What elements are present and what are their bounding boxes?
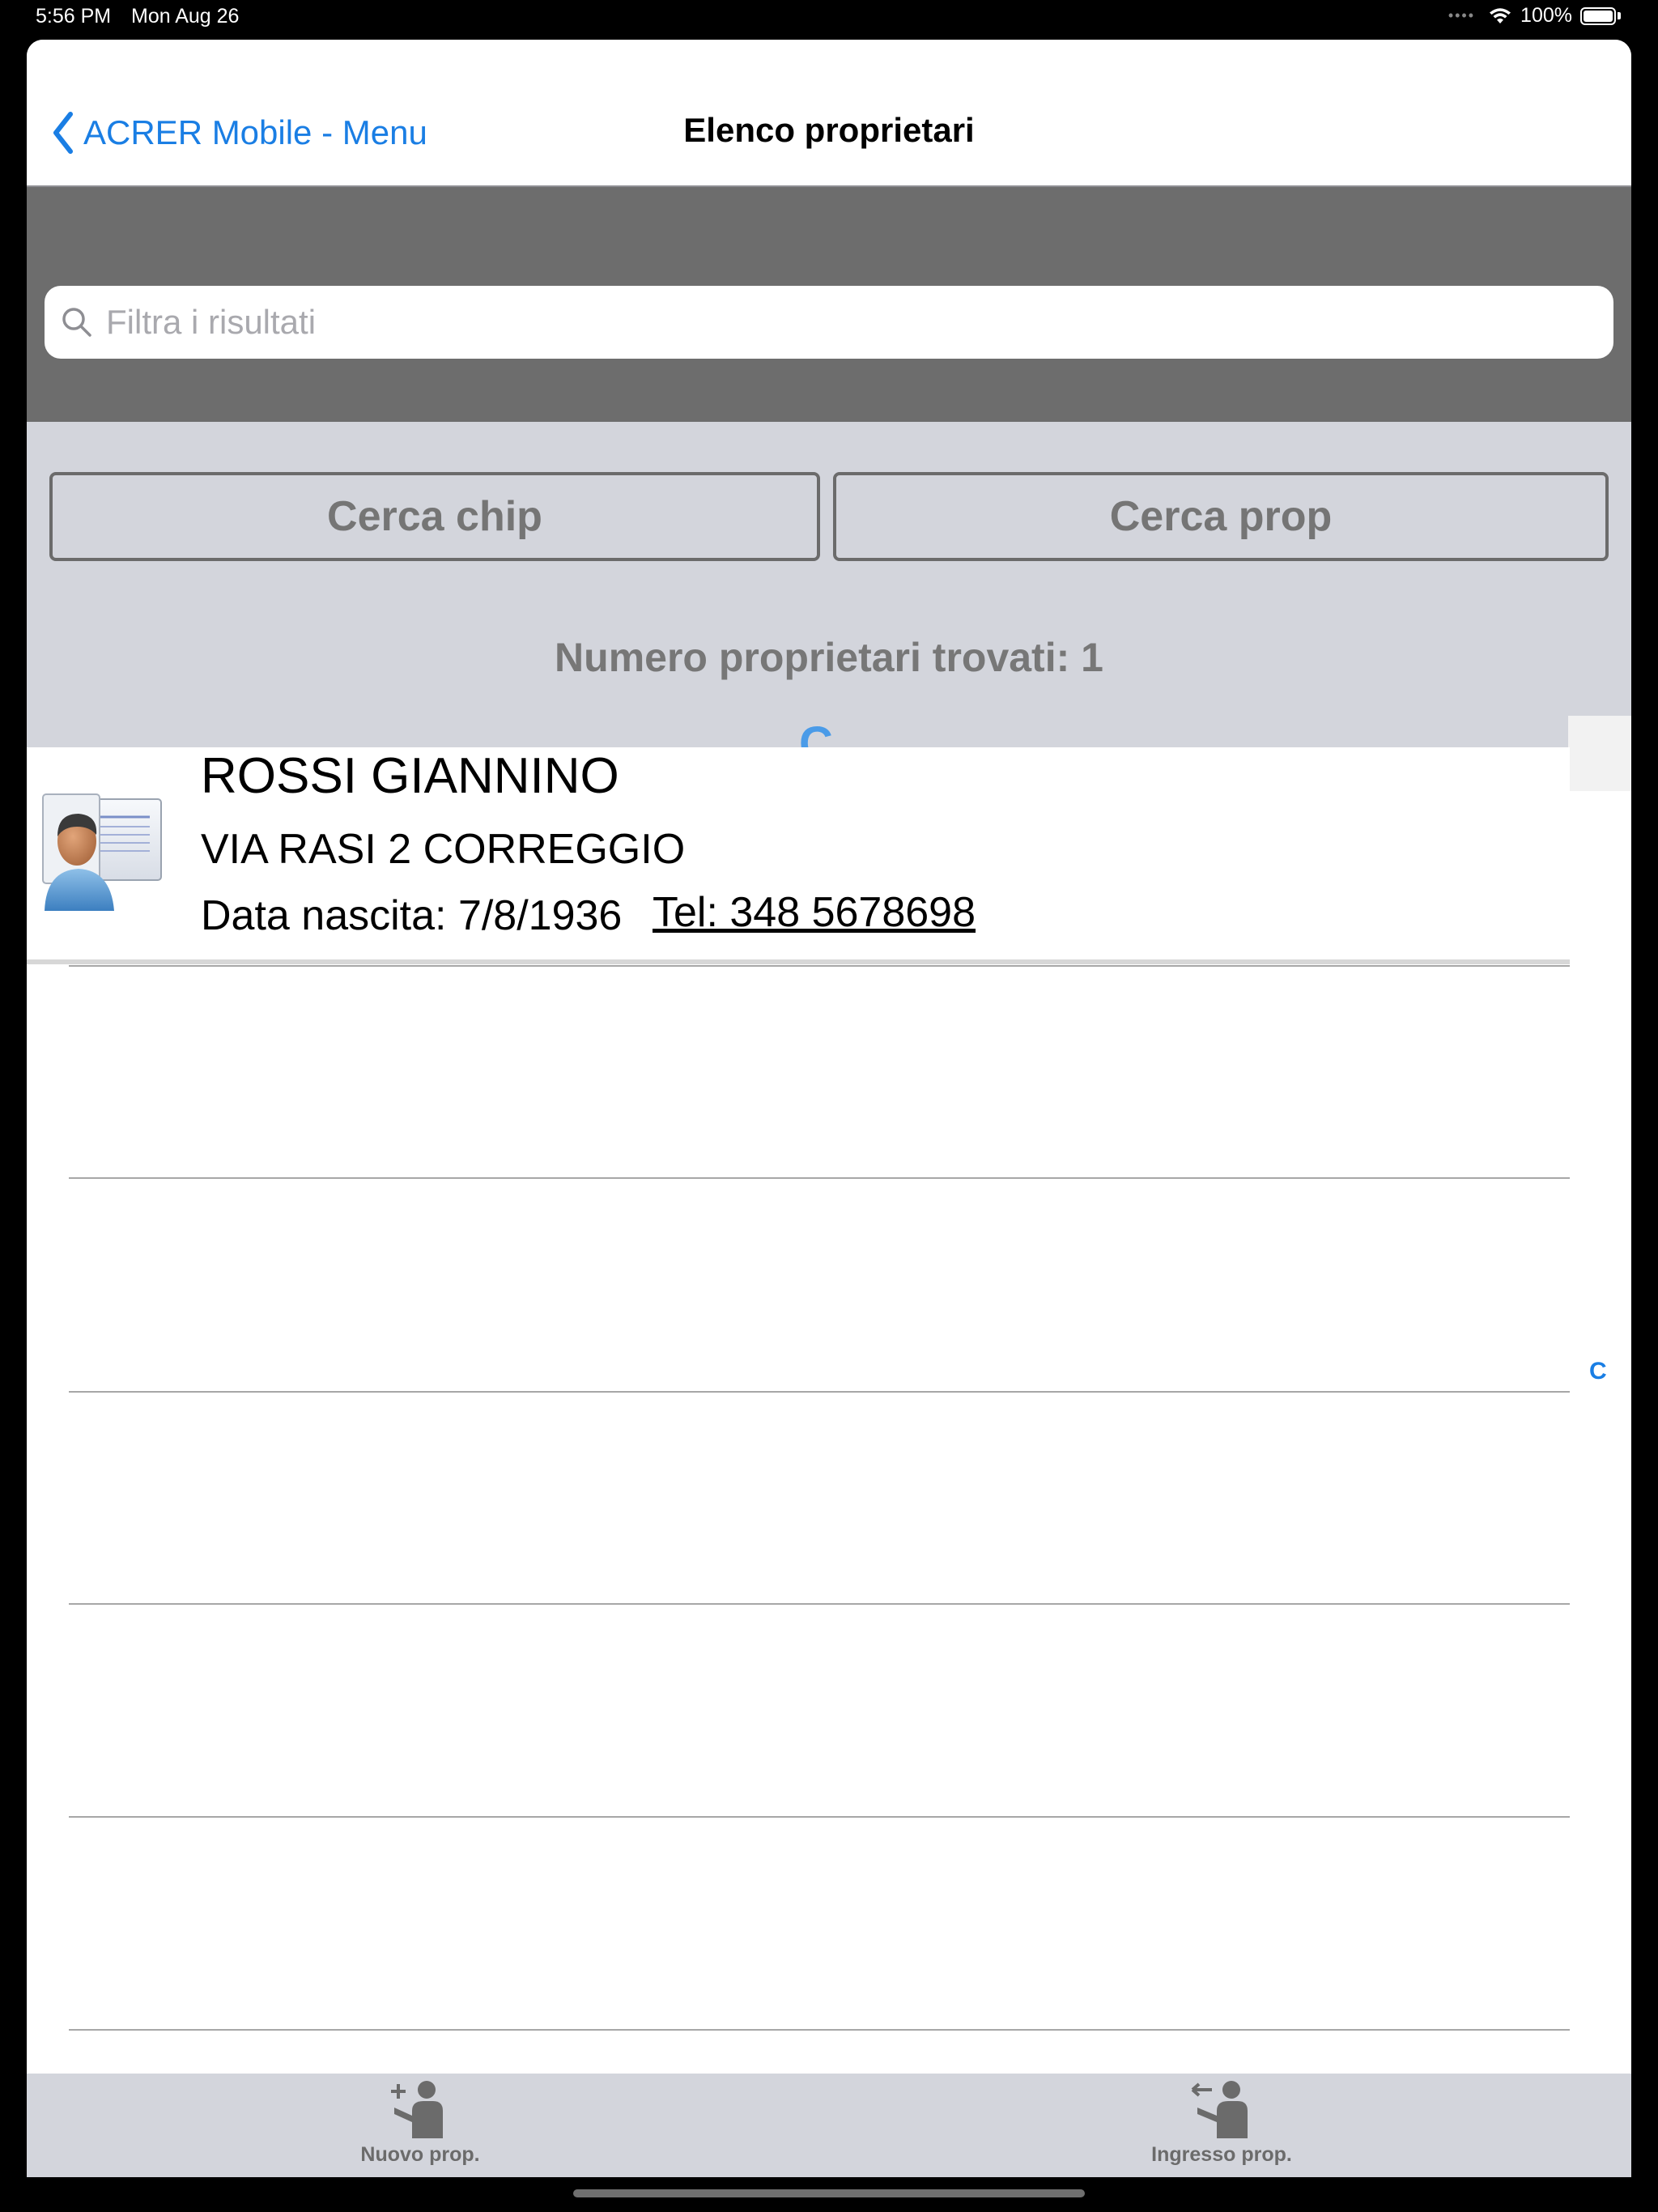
tab-new-owner-label: Nuovo prop. (360, 2143, 480, 2166)
add-person-icon (391, 2081, 443, 2138)
search-area (27, 187, 1631, 422)
section-index-letter[interactable]: C (1589, 1358, 1607, 1385)
owner-name: ROSSI GIANNINO (201, 748, 619, 804)
status-indicators: •••• 100% (1448, 4, 1621, 28)
status-date: Mon Aug 26 (131, 5, 240, 28)
index-strip-top (1568, 716, 1631, 791)
app-sheet: ACRER Mobile - Menu Elenco proprietari C… (27, 40, 1631, 2177)
owner-card-icon (42, 793, 162, 911)
list-separator (69, 965, 1570, 967)
filter-panel: Cerca chip Cerca prop Numero proprietari… (27, 422, 1631, 770)
list-separator (69, 1816, 1570, 1818)
tab-bar: Nuovo prop. Ingresso prop. (27, 2074, 1631, 2177)
status-bar: 5:56 PM Mon Aug 26 •••• 100% (0, 0, 1658, 36)
navigation-bar: ACRER Mobile - Menu Elenco proprietari (27, 40, 1631, 187)
list-separator (69, 1391, 1570, 1393)
search-icon (62, 308, 91, 337)
owner-address: VIA RASI 2 CORREGGIO (201, 826, 686, 873)
search-field[interactable] (45, 286, 1613, 359)
owner-count-label: Numero proprietari trovati: 1 (555, 635, 1103, 680)
page-title: Elenco proprietari (683, 111, 975, 149)
battery-tip (1618, 12, 1621, 19)
home-indicator[interactable] (573, 2189, 1085, 2197)
list-separator (69, 2029, 1570, 2031)
search-chip-button[interactable]: Cerca chip (49, 472, 820, 561)
search-owner-button[interactable]: Cerca prop (833, 472, 1609, 561)
battery-icon (1580, 6, 1616, 25)
owner-birth-date: Data nascita: 7/8/1936 (201, 892, 623, 939)
wifi-icon (1490, 7, 1511, 23)
multitask-dots-icon: •••• (1448, 7, 1476, 23)
person-entry-icon (1191, 2081, 1248, 2138)
status-time: 5:56 PM (36, 5, 112, 28)
tab-new-owner[interactable]: Nuovo prop. (299, 2078, 542, 2167)
owner-phone-link[interactable]: Tel: 348 5678698 (653, 888, 976, 937)
list-separator (69, 1177, 1570, 1179)
list-separator (69, 1603, 1570, 1605)
search-input[interactable] (104, 302, 1565, 342)
list-item[interactable]: ROSSI GIANNINO VIA RASI 2 CORREGGIO Data… (27, 747, 1570, 964)
tab-owner-entry-label: Ingresso prop. (1151, 2143, 1292, 2166)
tab-owner-entry[interactable]: Ingresso prop. (1100, 2078, 1343, 2167)
battery-percent: 100% (1520, 4, 1572, 27)
